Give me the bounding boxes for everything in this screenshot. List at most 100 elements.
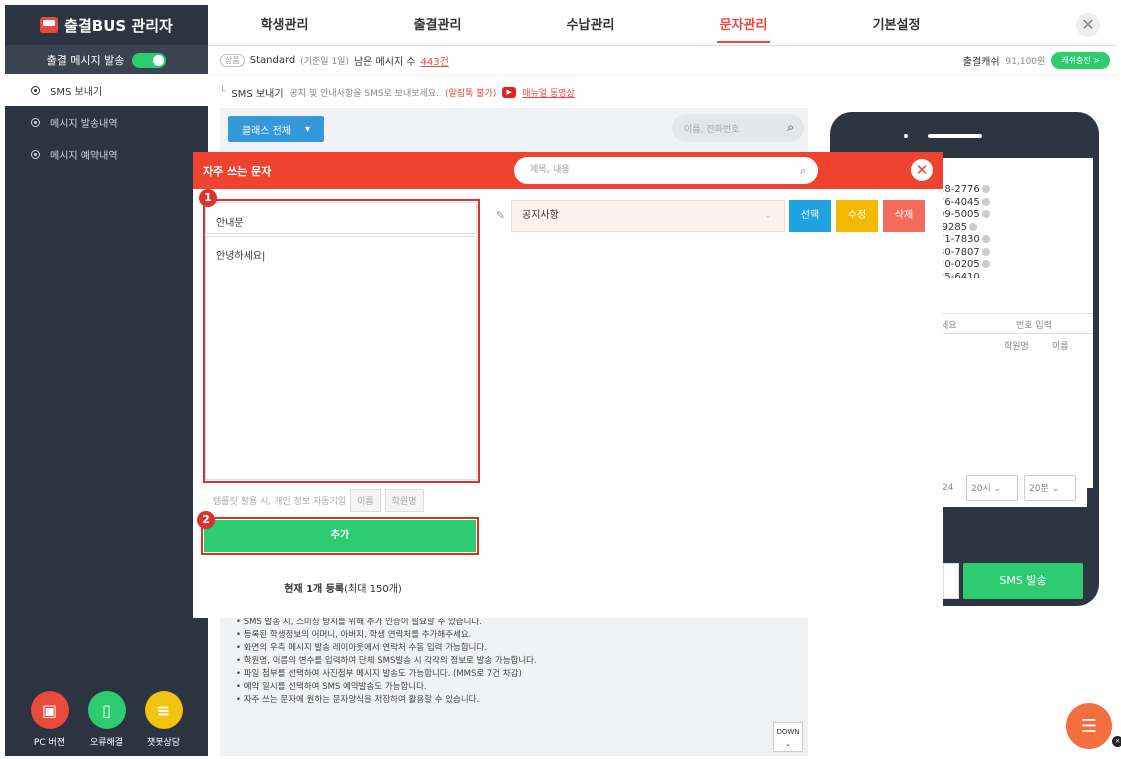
chevron-down-icon: ▾ [305,123,311,135]
name-search-placeholder: 이름, 전화번호 [684,124,740,135]
sidebar: 출결BUS 관리자 출결 메시지 발송 SMS 보내기 메시지 발송내역 메시지… [5,5,208,756]
pin-icon: ✎ [496,209,506,222]
frequent-messages-modal: 자주 쓰는 문자 제목, 내용 ⌕ ✕ 안내문 안녕하세요| 1 템플릿 활용 … [193,152,943,618]
sidebar-bottom-buttons: ▣ PC 버젼 ▯ 오류해결 ≡ 챗봇상담 [5,691,208,748]
cash-label: 출결캐쉬 [962,57,1000,68]
note-item: • 파일 첨부를 선택하여 사진첨부 메시지 발송도 가능합니다. (MMS로 … [236,669,522,679]
hour-value: 20시 [971,484,991,494]
send-toggle[interactable] [132,52,167,68]
pc-version-button[interactable]: ▣ PC 버젼 [30,691,69,748]
hour-select[interactable]: 20시 ⌄ [966,475,1018,501]
tab-attendance[interactable]: 출결관리 [361,5,514,46]
delete-button[interactable]: 삭제 [883,200,925,232]
manual-video-link[interactable]: 매뉴얼 동영상 [522,86,575,99]
sidebar-item-send-history[interactable]: 메시지 발송내역 [5,106,208,138]
sidebar-item-label: SMS 보내기 [50,86,103,98]
recipient-item[interactable]: 25-6410 [938,272,990,278]
note-item: • 학원명, 이름의 변수를 입력하여 단체 SMS발송 시 각각의 정보로 발… [236,656,537,666]
remove-icon[interactable] [969,222,978,231]
sidebar-item-reservation-history[interactable]: 메시지 예약내역 [5,138,208,170]
sidebar-item-label: 메시지 예약내역 [50,150,118,162]
insert-name-button[interactable]: 이름 [350,488,381,512]
tab-students[interactable]: 학생관리 [208,5,361,46]
sub-info: └ SMS 보내기 공지 및 안내사항을 SMS로 보내보세요. (알림톡 불가… [220,80,575,104]
recipient-item[interactable]: 18-2776 [938,184,990,197]
recipient-item[interactable]: 30-7807 [938,247,990,260]
remain-count-link[interactable]: 443건 [421,53,449,68]
phone-side-button[interactable] [943,563,959,599]
pc-version-label: PC 버젼 [33,738,66,748]
number-input-button[interactable]: 번호 입력 [1016,318,1052,331]
chatbot-button[interactable]: ≡ 챗봇상담 [144,691,183,748]
recipient-item[interactable]: -9285 [938,222,990,235]
recipient-number: 71-7830 [938,234,980,245]
minute-value: 20분 [1029,484,1049,494]
insert-academy-button[interactable]: 학원명 [384,488,424,512]
modal-title: 자주 쓰는 문자 [203,164,272,178]
tab-settings[interactable]: 기본설정 [820,5,973,46]
autofill-row: 템플릿 활용 시, 개인 정보 자동기입 이름 학원명 [213,488,424,512]
remove-icon[interactable] [981,185,990,193]
app-title: 출결BUS 관리자 [64,16,173,35]
chat-icon[interactable]: ☰ [1066,703,1112,749]
tab-payments[interactable]: 수납관리 [514,5,667,46]
close-icon[interactable]: ✕ [911,159,933,181]
select-button[interactable]: 선택 [789,200,831,232]
error-fix-label: 오류해결 [89,738,124,748]
send-toggle-label: 출결 메시지 발송 [46,54,125,67]
speaker-icon [928,134,982,138]
recipient-list: 18-2776 76-4045 99-5005 -9285 71-7830 30… [938,184,990,278]
add-button[interactable]: 추가 [201,517,479,555]
app-logo[interactable]: 출결BUS 관리자 [5,5,208,46]
error-fix-button[interactable]: ▯ 오류해결 [87,691,126,748]
note-item: • 예약 일시를 선택하여 SMS 예약발송도 가능합니다. [236,682,427,692]
recipient-item[interactable]: 20-0205 [938,259,990,272]
remove-icon[interactable] [981,247,990,256]
class-select-label: 클래스 전체 [241,125,292,137]
modal-search-input[interactable]: 제목, 내용 ⌕ [514,157,818,184]
indent-icon: └ [220,87,226,97]
remove-icon[interactable] [981,260,990,268]
phone-icon: ▯ [87,691,126,729]
camera-icon [904,134,908,138]
notes-list: • SMS 발송 시, 스미싱 방지를 위해 추가 인증이 필요할 수 있습니다… [236,616,537,707]
minute-select[interactable]: 20분 ⌄ [1024,475,1076,501]
recipient-item[interactable]: 71-7830 [938,234,990,247]
radio-icon [31,149,40,159]
count-max: (최대 150개) [344,584,402,595]
recipient-number: 76-4045 [938,196,980,208]
search-icon: ⌕ [799,164,806,177]
tab-messages[interactable]: 문자관리 [667,5,820,46]
category-select[interactable]: 공지사항 ⌄ [511,200,785,232]
remove-icon[interactable] [981,197,990,206]
search-icon: ⌕ [787,120,794,134]
sms-send-button[interactable]: SMS 발송 [963,563,1083,599]
radio-icon [31,85,40,95]
info-bar: 상품 Standard (기준일 1일) 남은 메시지 수 443건 출결캐쉬 … [208,46,1116,76]
modal-header: 자주 쓰는 문자 제목, 내용 ⌕ ✕ [193,152,943,189]
down-button[interactable]: DOWN ⌄ [773,722,803,752]
bus-icon [40,17,59,33]
modal-search-placeholder: 제목, 내용 [530,165,570,175]
close-icon[interactable]: × [1112,736,1121,747]
remain-label: 남은 메시지 수 [353,57,416,68]
chat-icon: ≡ [144,691,183,729]
name-search-input[interactable]: 이름, 전화번호 ⌕ [672,114,804,142]
close-icon[interactable]: ✕ [1076,13,1100,37]
top-nav: 학생관리 출결관리 수납관리 문자관리 기본설정 ✕ [208,5,1116,46]
count-text: 현재 1개 등록 [284,584,345,595]
page-warn: (알림톡 불가) [444,88,497,99]
charge-button[interactable]: 캐쉬충전 > [1051,52,1110,69]
remove-icon[interactable] [981,210,990,218]
remove-icon[interactable] [981,235,990,243]
recipient-item[interactable]: 99-5005 [938,209,990,222]
cash-value: 91,100원 [1005,57,1046,67]
note-item: • 화면의 우측 메시지 발송 레이아웃에서 연락처 수동 입력 가능합니다. [236,643,487,653]
cash-area: 출결캐쉬 91,100원 캐쉬충전 > [963,52,1110,69]
step-badge: 1 [199,189,217,207]
sidebar-item-sms-send[interactable]: SMS 보내기 [5,74,208,106]
youtube-icon: ▶ [502,86,517,98]
class-select-button[interactable]: 클래스 전체 ▾ [228,116,324,142]
recipient-item[interactable]: 76-4045 [938,197,990,210]
edit-button[interactable]: 수정 [836,200,878,232]
